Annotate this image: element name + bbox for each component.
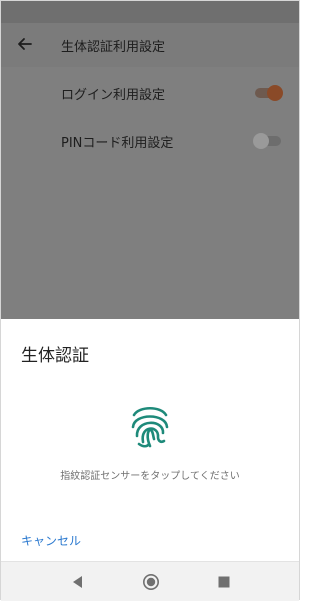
setting-row-pin[interactable]: PINコード利用設定 bbox=[1, 117, 299, 165]
home-circle-icon[interactable] bbox=[142, 573, 160, 591]
biometric-dialog: 生体認証 指紋認証センサーをタップしてください キャンセル bbox=[1, 319, 299, 561]
toggle-thumb bbox=[253, 133, 269, 149]
cancel-button[interactable]: キャンセル bbox=[21, 532, 81, 549]
page-title: 生体認証利用設定 bbox=[61, 40, 166, 55]
dialog-title: 生体認証 bbox=[21, 346, 89, 366]
status-bar bbox=[1, 1, 299, 23]
recents-square-icon[interactable] bbox=[215, 573, 233, 591]
toggle-thumb bbox=[267, 85, 283, 101]
back-triangle-icon[interactable] bbox=[69, 573, 87, 591]
setting-label-login: ログイン利用設定 bbox=[61, 88, 166, 103]
fingerprint-hint: 指紋認証センサーをタップしてください bbox=[60, 471, 240, 482]
login-toggle[interactable] bbox=[255, 85, 283, 101]
setting-row-login[interactable]: ログイン利用設定 bbox=[1, 69, 299, 117]
app-bar: 生体認証利用設定 bbox=[1, 23, 299, 67]
pin-toggle[interactable] bbox=[253, 133, 281, 149]
setting-label-pin: PINコード利用設定 bbox=[61, 136, 174, 151]
system-nav-bar bbox=[1, 561, 299, 601]
fingerprint-icon[interactable] bbox=[129, 403, 171, 449]
back-arrow-icon[interactable] bbox=[15, 34, 35, 54]
settings-list: ログイン利用設定 PINコード利用設定 bbox=[1, 67, 299, 319]
